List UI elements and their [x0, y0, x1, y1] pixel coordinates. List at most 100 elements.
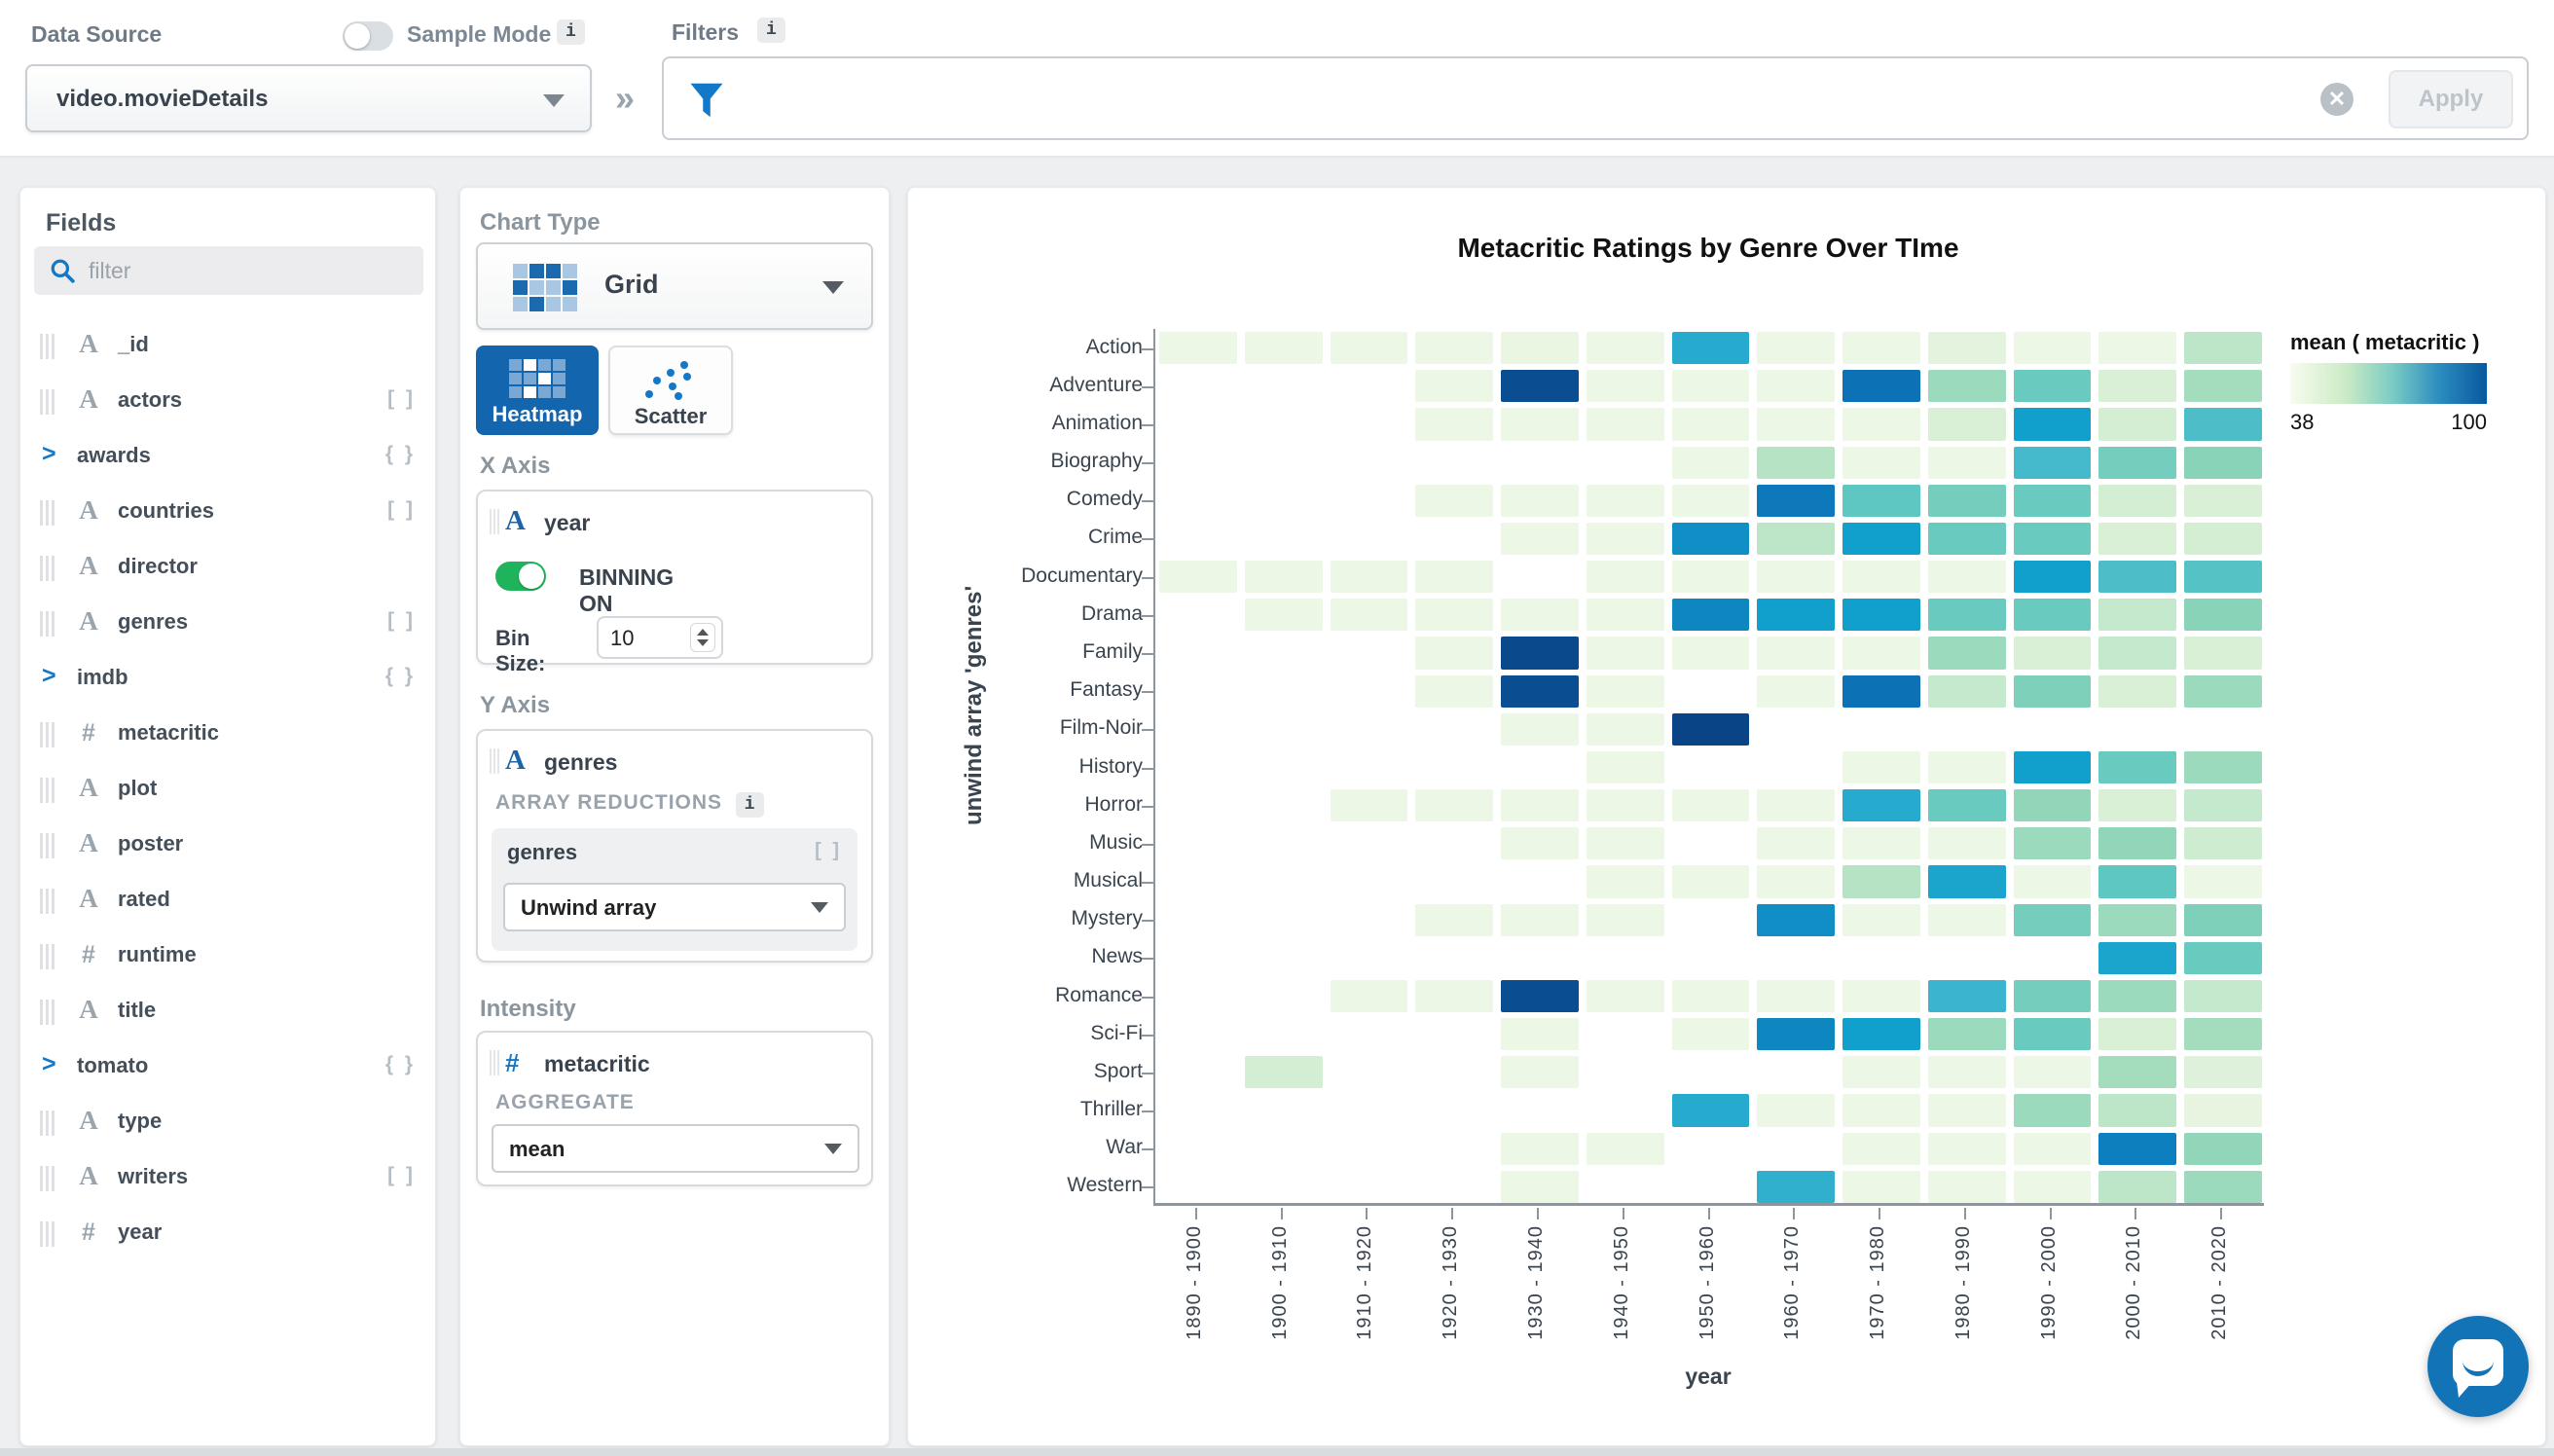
heatmap-cell: [1843, 522, 1920, 556]
heatmap-cell: [2013, 750, 2092, 784]
x-tick-label: 1970 - 1980: [1867, 1225, 1889, 1340]
info-icon[interactable]: i: [757, 18, 785, 43]
drag-handle-icon[interactable]: [40, 556, 55, 581]
heatmap-cell: [2098, 561, 2177, 594]
heatmap-cell: [2013, 827, 2092, 860]
y-tick-label: Film-Noir: [1059, 716, 1143, 740]
heatmap-cell: [1843, 408, 1920, 441]
heatmap-cell: [1415, 332, 1494, 365]
heatmap-cell: [1757, 903, 1836, 936]
legend-min: 38: [2290, 410, 2315, 434]
drag-handle-icon[interactable]: [490, 748, 499, 774]
heatmap-cell: [2098, 903, 2177, 936]
heatmap-cell: [1927, 979, 2006, 1013]
field-row-writers[interactable]: Awriters [ ]: [20, 1150, 435, 1206]
heatmap-cell: [1757, 408, 1836, 441]
apply-button[interactable]: Apply: [2389, 70, 2513, 128]
reduction-field-name: genres: [507, 840, 578, 864]
stepper-icon[interactable]: [690, 623, 715, 652]
number-type-icon: #: [505, 1048, 520, 1077]
drag-handle-icon[interactable]: [40, 500, 55, 526]
drag-handle-icon[interactable]: [40, 334, 55, 359]
field-filter-input[interactable]: [89, 250, 410, 291]
field-row-type[interactable]: Atype: [20, 1095, 435, 1150]
heatmap-cell: [2098, 1094, 2177, 1127]
chevron-right-icon[interactable]: >: [42, 1050, 56, 1078]
field-row-actors[interactable]: Aactors [ ]: [20, 374, 435, 429]
y-tick-mark: [1142, 1186, 1153, 1189]
field-row-awards[interactable]: > awards { }: [20, 429, 435, 485]
heatmap-cell: [1757, 865, 1836, 898]
field-row-year[interactable]: # year: [20, 1206, 435, 1261]
aggregate-select[interactable]: mean: [492, 1124, 859, 1173]
data-source-label: Data Source: [31, 21, 163, 47]
info-icon[interactable]: i: [557, 19, 585, 45]
field-row-tomato[interactable]: > tomato { }: [20, 1039, 435, 1095]
drag-handle-icon[interactable]: [40, 944, 55, 969]
heatmap-cell: [2098, 1056, 2177, 1089]
double-chevron-icon[interactable]: »: [615, 78, 635, 119]
toggle-knob: [519, 564, 544, 589]
heatmap-cell: [1501, 827, 1579, 860]
heatmap-cell: [1843, 1132, 1920, 1165]
heatmap-cell: [1671, 1094, 1750, 1127]
binning-toggle[interactable]: [495, 562, 546, 591]
field-row-poster[interactable]: Aposter: [20, 818, 435, 873]
x-tick-label: 1950 - 1960: [1696, 1225, 1718, 1340]
heatmap-cell: [1586, 789, 1664, 822]
drag-handle-icon[interactable]: [40, 1221, 55, 1247]
field-row-title[interactable]: Atitle: [20, 984, 435, 1039]
heatmap-cell: [1843, 332, 1920, 365]
drag-handle-icon[interactable]: [40, 611, 55, 637]
unwind-array-select[interactable]: Unwind array: [503, 883, 846, 931]
drag-handle-icon[interactable]: [490, 1050, 499, 1075]
intensity-field-name: metacritic: [544, 1051, 650, 1076]
drag-handle-icon[interactable]: [40, 778, 55, 803]
drag-handle-icon[interactable]: [40, 833, 55, 858]
field-row-plot[interactable]: Aplot: [20, 762, 435, 818]
chart-type-select[interactable]: Grid: [476, 242, 873, 330]
heatmap-subtype-button[interactable]: Heatmap: [476, 346, 599, 435]
drag-handle-icon[interactable]: [40, 389, 55, 415]
field-row-rated[interactable]: Arated: [20, 873, 435, 928]
bin-size-input[interactable]: 10: [597, 616, 723, 659]
drag-handle-icon[interactable]: [40, 1000, 55, 1025]
heatmap-cell: [1415, 599, 1494, 632]
field-row-countries[interactable]: Acountries [ ]: [20, 485, 435, 540]
filter-query-input[interactable]: [732, 62, 2309, 134]
field-row-_id[interactable]: A _id: [20, 318, 435, 374]
field-search-box[interactable]: [34, 246, 423, 295]
chat-bubble-button[interactable]: [2427, 1316, 2529, 1417]
y-tick-label: War: [1106, 1136, 1143, 1159]
heatmap-cell: [2013, 484, 2092, 517]
drag-handle-icon[interactable]: [40, 889, 55, 914]
heatmap-cell: [1843, 1170, 1920, 1203]
chevron-right-icon[interactable]: >: [42, 440, 56, 468]
info-icon[interactable]: i: [735, 792, 764, 818]
drag-handle-icon[interactable]: [40, 1166, 55, 1191]
heatmap-cell: [1927, 1018, 2006, 1051]
scatter-subtype-button[interactable]: Scatter: [608, 346, 733, 435]
x-tick-mark: [1963, 1208, 1966, 1219]
drag-handle-icon[interactable]: [40, 722, 55, 747]
heatmap-cell: [1843, 561, 1920, 594]
bin-size-label: Bin Size:: [495, 626, 546, 675]
heatmap-cell: [2184, 750, 2262, 784]
field-row-director[interactable]: Adirector: [20, 540, 435, 596]
y-tick-mark: [1142, 729, 1153, 732]
drag-handle-icon[interactable]: [490, 509, 499, 534]
heatmap-cell: [1671, 865, 1750, 898]
field-row-metacritic[interactable]: # metacritic: [20, 707, 435, 762]
y-axis-field-name: genres: [544, 749, 618, 775]
field-row-genres[interactable]: Agenres [ ]: [20, 596, 435, 651]
drag-handle-icon[interactable]: [40, 1110, 55, 1136]
y-tick-mark: [1142, 614, 1153, 617]
sample-mode-toggle[interactable]: [343, 21, 393, 51]
heatmap-cell: [2098, 941, 2177, 974]
chevron-right-icon[interactable]: >: [42, 662, 56, 690]
field-row-runtime[interactable]: # runtime: [20, 928, 435, 984]
data-source-select[interactable]: video.movieDetails: [25, 64, 592, 132]
field-row-imdb[interactable]: > imdb { }: [20, 651, 435, 707]
clear-filter-icon[interactable]: ✕: [2320, 83, 2353, 116]
field-name: _id: [118, 332, 149, 356]
